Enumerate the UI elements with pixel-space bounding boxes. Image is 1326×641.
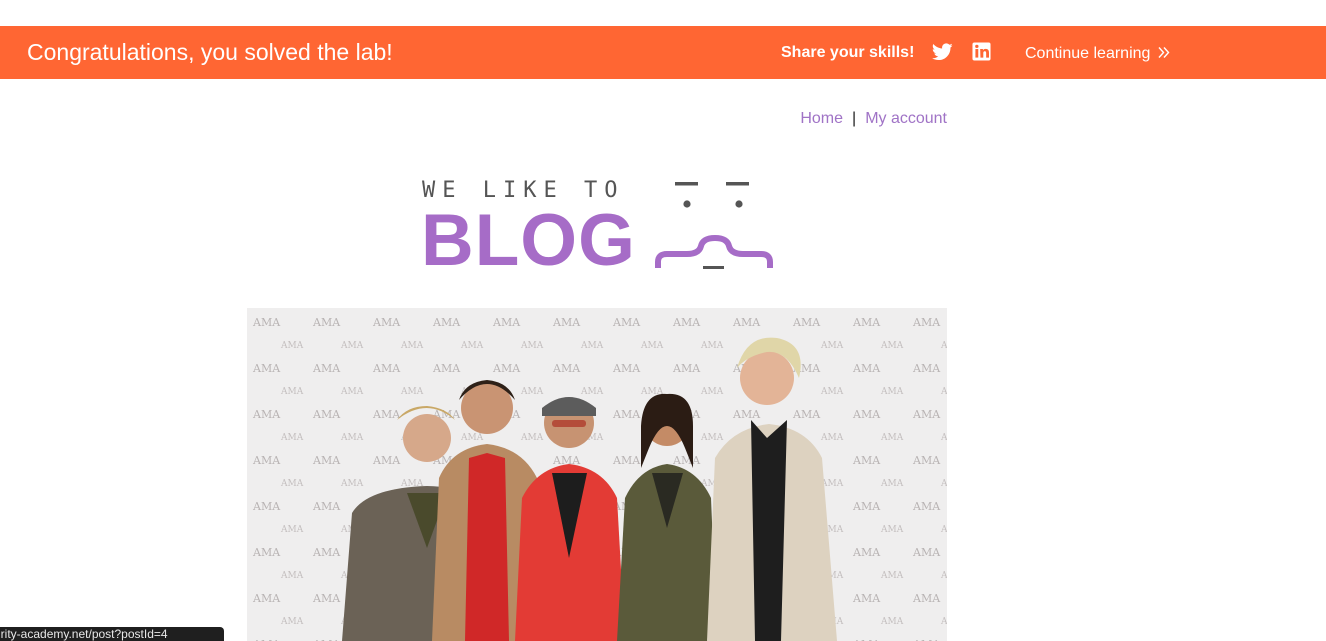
continue-learning-link[interactable]: Continue learning xyxy=(1025,44,1170,63)
logo-word: BLOG xyxy=(421,200,636,281)
nav-home-link[interactable]: Home xyxy=(800,110,843,127)
linkedin-icon[interactable] xyxy=(972,42,991,61)
hero-photo: AMA AMA xyxy=(247,308,947,641)
blog-post-hero-image: AMA AMA xyxy=(247,308,947,641)
blog-logo[interactable]: WE LIKE TO BLOG xyxy=(421,178,776,281)
share-skills-label: Share your skills! xyxy=(781,44,915,61)
logo-tagline: WE LIKE TO xyxy=(422,178,625,203)
logo-face-icon xyxy=(655,182,773,269)
continue-learning-label: Continue learning xyxy=(1025,45,1151,62)
banner-title: Congratulations, you solved the lab! xyxy=(27,39,393,65)
twitter-icon[interactable] xyxy=(932,42,953,62)
browser-status-bar: urity-academy.net/post?postId=4 xyxy=(0,627,224,641)
lab-solved-banner: Congratulations, you solved the lab! Sha… xyxy=(0,26,1326,79)
nav-separator: | xyxy=(852,110,857,127)
status-bar-url: urity-academy.net/post?postId=4 xyxy=(0,627,168,641)
nav-my-account-link[interactable]: My account xyxy=(865,110,947,127)
chevron-double-right-icon xyxy=(1158,47,1170,58)
top-navigation: Home | My account xyxy=(800,109,947,128)
